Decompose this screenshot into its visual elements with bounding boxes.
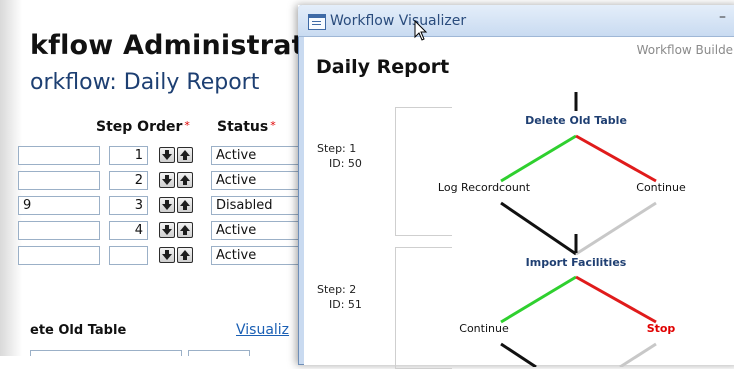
step-order-field[interactable]: 2 <box>109 171 148 190</box>
status-header: Status * <box>217 119 276 135</box>
move-down-button[interactable] <box>159 247 175 263</box>
status-field[interactable]: Disabled <box>211 196 301 215</box>
status-field[interactable]: Active <box>211 246 301 265</box>
workflow-visualizer-window: Workflow Visualizer – Workflow Builder D… <box>298 5 734 369</box>
arrow-down-icon <box>162 250 172 260</box>
mouse-pointer-icon <box>414 20 428 41</box>
step-order-field[interactable]: 4 <box>109 221 148 240</box>
window-app-icon <box>308 14 326 30</box>
failure-branch-label: Stop <box>646 322 676 335</box>
step-name-field[interactable] <box>18 246 100 265</box>
step-order-field[interactable] <box>109 246 148 265</box>
success-branch-label: Log Recordcount <box>437 181 531 194</box>
admin-page-title: kflow Administrat <box>30 30 305 61</box>
visualizer-canvas: Workflow Builder Daily Report Step: 1 ID… <box>304 37 734 369</box>
status-field[interactable]: Active <box>211 171 301 190</box>
status-field[interactable]: Active <box>211 221 301 240</box>
move-down-button[interactable] <box>159 172 175 188</box>
success-branch-line <box>500 275 577 324</box>
move-down-button[interactable] <box>159 197 175 213</box>
arrow-down-icon <box>162 175 172 185</box>
arrow-up-icon <box>180 200 190 210</box>
arrow-down-icon <box>162 150 172 160</box>
move-up-button[interactable] <box>177 197 193 213</box>
step-name-field[interactable] <box>18 146 100 165</box>
workflow-diagram <box>500 92 657 367</box>
move-up-button[interactable] <box>177 222 193 238</box>
step-order-field[interactable]: 1 <box>109 146 148 165</box>
merge-line-left <box>500 201 577 256</box>
move-up-button[interactable] <box>177 247 193 263</box>
failure-branch-label: Continue <box>636 181 686 194</box>
arrow-up-icon <box>180 250 190 260</box>
window-title: Workflow Visualizer <box>330 13 467 29</box>
visualize-link[interactable]: Visualiz <box>236 322 289 338</box>
move-down-button[interactable] <box>159 147 175 163</box>
workflow-subtitle: orkflow: Daily Report <box>30 70 260 95</box>
move-down-button[interactable] <box>159 222 175 238</box>
arrow-down-icon <box>162 225 172 235</box>
step-order-field[interactable]: 3 <box>109 196 148 215</box>
window-titlebar[interactable]: Workflow Visualizer – <box>298 5 734 37</box>
detail-field-2[interactable] <box>188 350 250 356</box>
step-name-field[interactable] <box>18 171 100 190</box>
step-name-field[interactable] <box>18 221 100 240</box>
success-branch-label: Continue <box>459 322 509 335</box>
arrow-up-icon <box>180 225 190 235</box>
arrow-up-icon <box>180 150 190 160</box>
minimize-button[interactable]: – <box>719 9 726 25</box>
move-up-button[interactable] <box>177 172 193 188</box>
status-field[interactable]: Active <box>211 146 301 165</box>
step-node-title[interactable]: Import Facilities <box>526 256 627 269</box>
step-order-header: Step Order * <box>96 119 190 135</box>
failure-branch-line <box>575 275 657 324</box>
merge-line-right <box>575 201 657 256</box>
step-node-title[interactable]: Delete Old Table <box>525 114 627 127</box>
step-name-field[interactable]: 9 <box>18 196 100 215</box>
move-up-button[interactable] <box>177 147 193 163</box>
selected-step-label: ete Old Table <box>30 323 127 338</box>
detail-field[interactable] <box>30 350 182 356</box>
failure-branch-line <box>575 134 657 183</box>
arrow-up-icon <box>180 175 190 185</box>
arrow-down-icon <box>162 200 172 210</box>
success-branch-line <box>500 134 577 183</box>
